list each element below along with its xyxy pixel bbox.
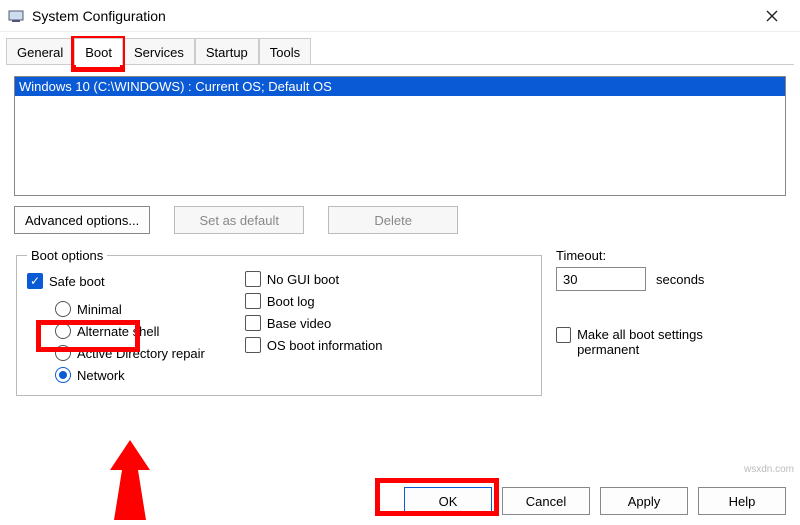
boot-options-legend: Boot options [27, 248, 107, 263]
boot-options-group: Boot options Safe boot Minimal [16, 248, 542, 396]
flag-basevideo[interactable]: Base video [245, 315, 383, 331]
permanent-checkbox[interactable] [556, 327, 571, 343]
title-bar: System Configuration [0, 0, 800, 32]
app-icon [8, 8, 24, 24]
permanent-option[interactable]: Make all boot settings permanent [556, 327, 756, 357]
mode-adrepair[interactable]: Active Directory repair [55, 345, 205, 361]
tab-tools[interactable]: Tools [259, 38, 311, 65]
flag-osinfo-checkbox[interactable] [245, 337, 261, 353]
flag-bootlog[interactable]: Boot log [245, 293, 383, 309]
safe-boot-checkbox[interactable] [27, 273, 43, 289]
window-title: System Configuration [32, 8, 166, 24]
mode-altshell[interactable]: Alternate shell [55, 323, 205, 339]
flag-bootlog-checkbox[interactable] [245, 293, 261, 309]
timeout-input[interactable] [556, 267, 646, 291]
timeout-unit: seconds [656, 272, 704, 287]
mode-minimal[interactable]: Minimal [55, 301, 205, 317]
tab-content-boot: Windows 10 (C:\WINDOWS) : Current OS; De… [0, 66, 800, 402]
mode-network-radio[interactable] [55, 367, 71, 383]
safe-boot-option[interactable]: Safe boot [27, 273, 205, 289]
mode-altshell-radio[interactable] [55, 323, 71, 339]
mode-minimal-radio[interactable] [55, 301, 71, 317]
tab-boot[interactable]: Boot [74, 38, 123, 65]
flag-nogui-checkbox[interactable] [245, 271, 261, 287]
tab-strip: General Boot Services Startup Tools [0, 32, 800, 65]
tab-startup[interactable]: Startup [195, 38, 259, 65]
flag-basevideo-checkbox[interactable] [245, 315, 261, 331]
os-list[interactable]: Windows 10 (C:\WINDOWS) : Current OS; De… [14, 76, 786, 196]
arrow-annotation [100, 440, 160, 520]
delete-button: Delete [328, 206, 458, 234]
timeout-label: Timeout: [556, 248, 786, 263]
mode-adrepair-radio[interactable] [55, 345, 71, 361]
ok-button[interactable]: OK [404, 487, 492, 515]
safe-boot-label: Safe boot [49, 274, 105, 289]
flag-osinfo[interactable]: OS boot information [245, 337, 383, 353]
os-buttons-row: Advanced options... Set as default Delet… [14, 206, 786, 234]
tab-services[interactable]: Services [123, 38, 195, 65]
dialog-footer: OK Cancel Apply Help [404, 487, 786, 515]
watermark: wsxdn.com [744, 464, 794, 475]
tab-general[interactable]: General [6, 38, 74, 65]
cancel-button[interactable]: Cancel [502, 487, 590, 515]
flag-nogui[interactable]: No GUI boot [245, 271, 383, 287]
advanced-options-button[interactable]: Advanced options... [14, 206, 150, 234]
close-button[interactable] [752, 2, 792, 30]
help-button[interactable]: Help [698, 487, 786, 515]
mode-network[interactable]: Network [55, 367, 205, 383]
right-column: Timeout: seconds Make all boot settings … [556, 248, 786, 396]
apply-button[interactable]: Apply [600, 487, 688, 515]
os-list-selected[interactable]: Windows 10 (C:\WINDOWS) : Current OS; De… [15, 77, 785, 96]
set-default-button: Set as default [174, 206, 304, 234]
